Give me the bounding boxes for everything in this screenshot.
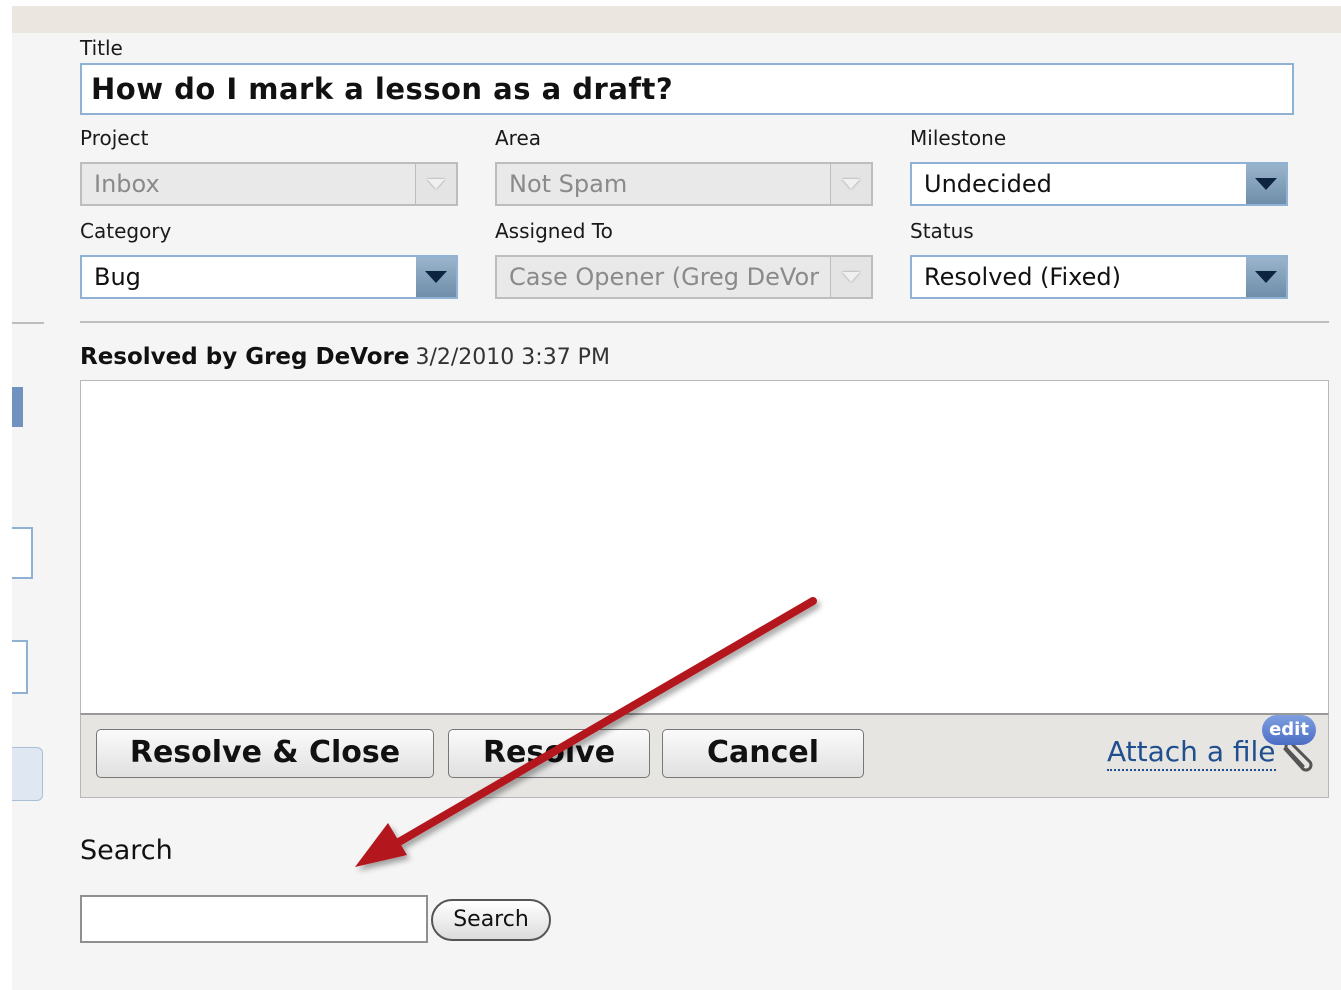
resolve-button[interactable]: Resolve [448, 729, 650, 778]
dropdown-arrow-icon [416, 257, 456, 297]
resolved-by-text: Resolved by Greg DeVore [80, 344, 410, 370]
attach-file-link[interactable]: Attach a file [1107, 735, 1276, 771]
dropdown-arrow-icon [1246, 164, 1286, 204]
status-label: Status [910, 219, 974, 243]
dropdown-arrow-icon [1246, 257, 1286, 297]
area-select[interactable]: Not Spam [495, 162, 873, 206]
paperclip-icon[interactable] [1277, 739, 1317, 779]
milestone-select[interactable]: Undecided [910, 162, 1288, 206]
left-field-edge-2[interactable] [12, 640, 28, 694]
milestone-value: Undecided [924, 170, 1052, 198]
project-value: Inbox [94, 170, 160, 198]
dropdown-arrow-icon [415, 164, 456, 204]
status-value: Resolved (Fixed) [924, 263, 1121, 291]
search-heading: Search [80, 835, 173, 866]
project-label: Project [80, 126, 149, 150]
left-field-edge-1[interactable] [12, 527, 33, 579]
status-select[interactable]: Resolved (Fixed) [910, 255, 1288, 299]
resolve-and-close-button[interactable]: Resolve & Close [96, 729, 434, 778]
category-value: Bug [94, 263, 141, 291]
assigned-to-select[interactable]: Case Opener (Greg DeVor [495, 255, 873, 299]
assigned-to-value: Case Opener (Greg DeVor [509, 263, 820, 291]
action-button-bar: Resolve & Close Resolve Cancel Attach a … [80, 713, 1329, 798]
title-label: Title [80, 36, 123, 60]
left-divider [12, 322, 44, 324]
search-input[interactable] [80, 895, 428, 943]
left-tab-edge[interactable] [12, 387, 23, 427]
assigned-to-label: Assigned To [495, 219, 613, 243]
project-select[interactable]: Inbox [80, 162, 458, 206]
area-value: Not Spam [509, 170, 628, 198]
dropdown-arrow-icon [830, 257, 871, 297]
milestone-label: Milestone [910, 126, 1007, 150]
resolution-header: Resolved by Greg DeVore 3/2/2010 3:37 PM [80, 344, 610, 370]
left-button-edge[interactable] [12, 747, 43, 801]
resolution-timestamp: 3/2/2010 3:37 PM [415, 345, 610, 370]
case-editor-page: Title How do I mark a lesson as a draft?… [12, 6, 1341, 990]
category-select[interactable]: Bug [80, 255, 458, 299]
edit-badge[interactable]: edit [1262, 715, 1316, 745]
resolution-comment-textarea[interactable] [80, 380, 1329, 714]
title-input[interactable]: How do I mark a lesson as a draft? [80, 63, 1294, 115]
section-divider [80, 321, 1329, 323]
area-label: Area [495, 126, 542, 150]
category-label: Category [80, 219, 172, 243]
top-band [12, 6, 1341, 33]
search-button[interactable]: Search [431, 899, 551, 941]
cancel-button[interactable]: Cancel [662, 729, 864, 778]
dropdown-arrow-icon [830, 164, 871, 204]
